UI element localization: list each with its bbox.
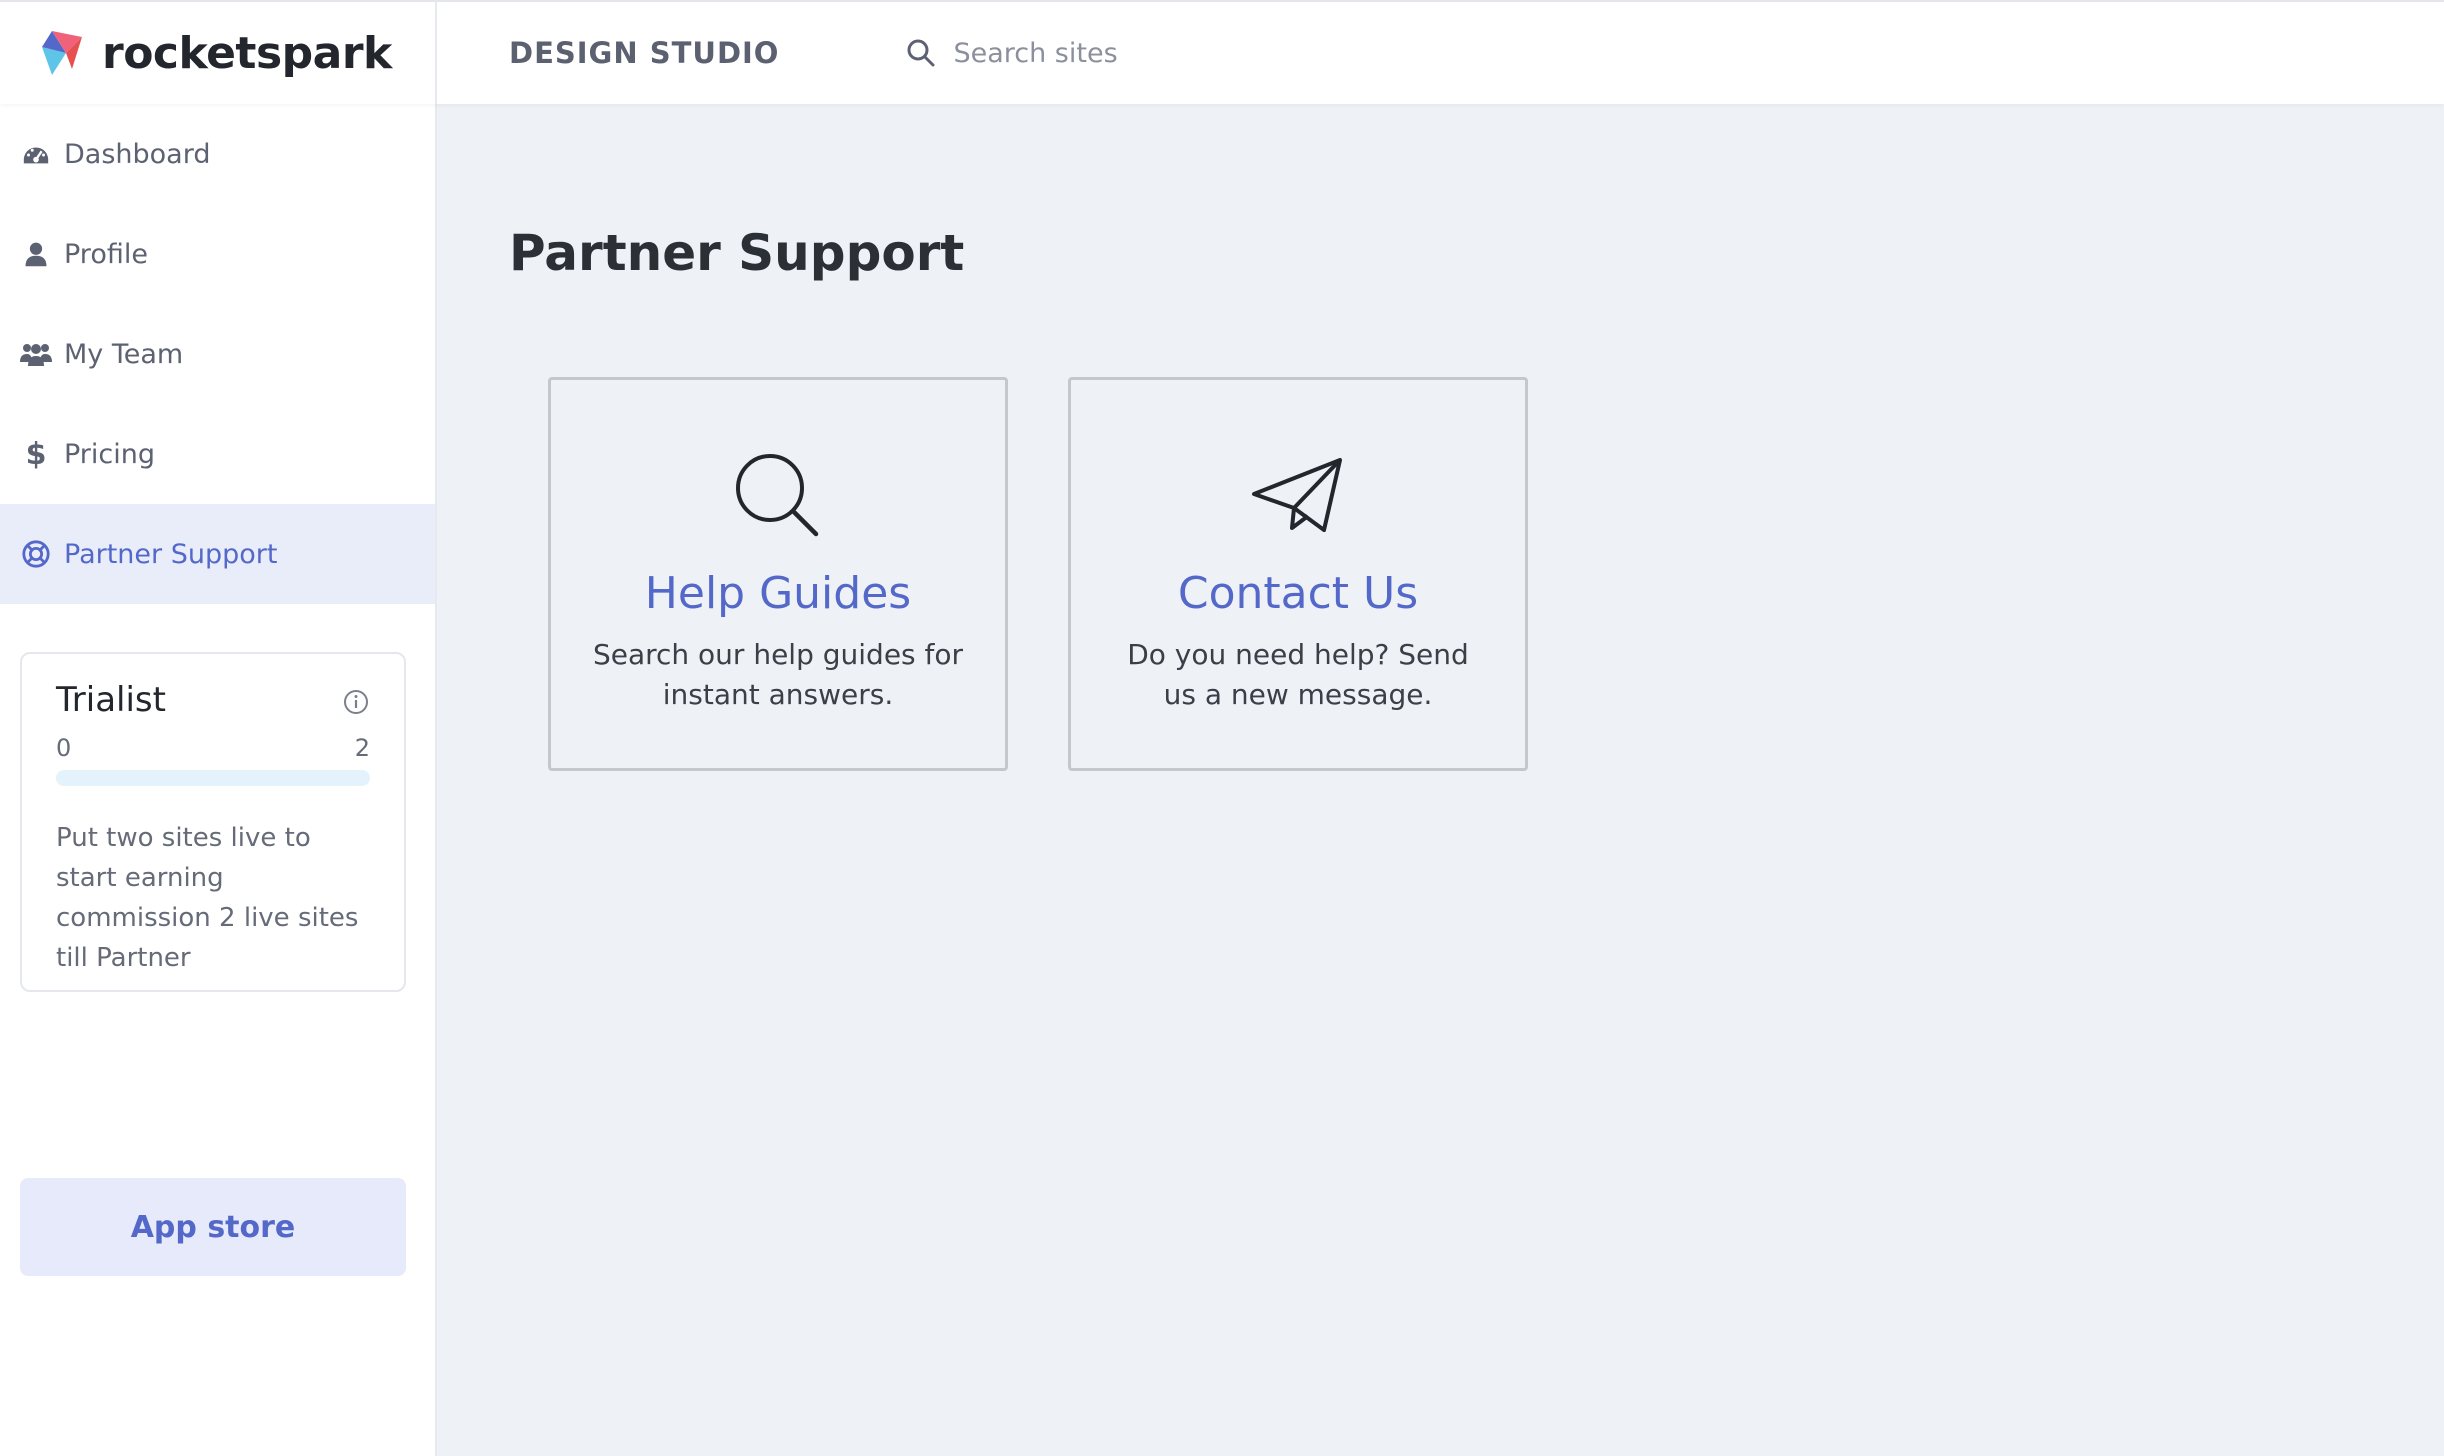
tier-progress-card: Trialist 0 2 Put two sites live to start… xyxy=(20,652,406,992)
sidebar-item-pricing[interactable]: $ Pricing xyxy=(0,404,435,504)
search-input[interactable] xyxy=(953,37,1554,69)
sidebar-item-label: Pricing xyxy=(64,438,156,470)
help-guides-card[interactable]: Help Guides Search our help guides for i… xyxy=(548,377,1008,771)
sidebar-item-label: Partner Support xyxy=(64,538,278,570)
card-title: Contact Us xyxy=(1177,568,1419,619)
card-title: Help Guides xyxy=(644,568,912,619)
tier-description: Put two sites live to start earning comm… xyxy=(56,823,359,973)
card-description: Do you need help? Send us a new message. xyxy=(1127,638,1469,711)
page-title: Partner Support xyxy=(509,224,965,282)
app-store-button[interactable]: App store xyxy=(20,1178,406,1276)
paper-plane-icon xyxy=(1252,458,1342,532)
search-icon xyxy=(907,39,935,67)
top-bar: rocketspark DESIGN STUDIO xyxy=(0,0,2444,104)
dollar-icon: $ xyxy=(25,436,47,472)
sidebar-item-label: Profile xyxy=(64,238,148,270)
dashboard-icon xyxy=(20,138,52,170)
sidebar-item-profile[interactable]: Profile xyxy=(0,204,435,304)
sidebar-item-dashboard[interactable]: Dashboard xyxy=(0,104,435,204)
section-label: DESIGN STUDIO xyxy=(509,36,780,70)
team-icon xyxy=(20,338,52,370)
progress-bar xyxy=(56,770,370,786)
main-content: Partner Support Help Guides Search our h… xyxy=(439,104,2444,1456)
sidebar-item-my-team[interactable]: My Team xyxy=(0,304,435,404)
card-description: Search our help guides for instant answe… xyxy=(592,638,964,711)
sidebar-item-label: My Team xyxy=(64,338,184,370)
rocketspark-logo-icon xyxy=(42,31,82,75)
progress-range: 0 2 xyxy=(56,734,370,762)
sidebar: Dashboard Profile My Team $ Pricing Part… xyxy=(0,104,437,1456)
logo-text: rocketspark xyxy=(102,27,392,79)
lifebuoy-icon xyxy=(20,538,52,570)
tier-title: Trialist xyxy=(56,680,166,720)
search-icon xyxy=(736,454,819,537)
sidebar-item-partner-support[interactable]: Partner Support xyxy=(0,504,435,604)
logo[interactable]: rocketspark xyxy=(0,2,437,104)
progress-min: 0 xyxy=(56,734,72,762)
contact-us-card[interactable]: Contact Us Do you need help? Send us a n… xyxy=(1068,377,1528,771)
progress-max: 2 xyxy=(354,734,370,762)
search-bar[interactable] xyxy=(905,37,1554,69)
user-icon xyxy=(20,238,52,270)
info-icon[interactable] xyxy=(342,688,370,716)
sidebar-item-label: Dashboard xyxy=(64,138,211,170)
